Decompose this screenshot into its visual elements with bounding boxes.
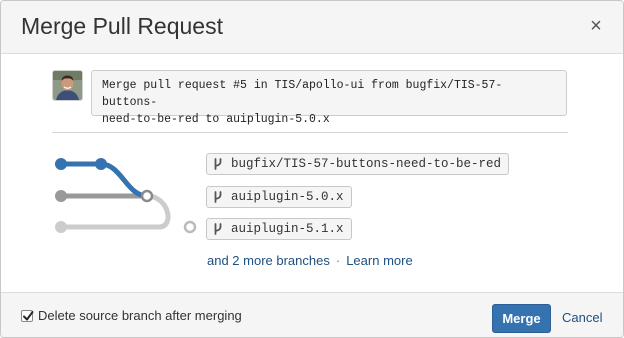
branch-name: auiplugin-5.0.x	[231, 190, 344, 204]
branch-icon	[214, 223, 222, 235]
dialog-footer: Delete source branch after merging Merge…	[1, 292, 623, 337]
learn-more-link[interactable]: Learn more	[346, 253, 412, 268]
graph-node-end-light	[183, 220, 197, 234]
avatar	[52, 70, 83, 101]
graph-node-start-blue	[55, 158, 67, 170]
branch-label-auiplugin-5-0: auiplugin-5.0.x	[206, 186, 352, 208]
close-icon[interactable]: ×	[587, 15, 605, 37]
branch-name: bugfix/TIS-57-buttons-need-to-be-red	[231, 157, 502, 171]
branch-label-bugfix: bugfix/TIS-57-buttons-need-to-be-red	[206, 153, 510, 175]
branch-label-auiplugin-5-1: auiplugin-5.1.x	[206, 218, 352, 240]
dialog-header: Merge Pull Request ×	[1, 1, 623, 54]
branch-icon	[214, 158, 222, 170]
separator: ·	[335, 253, 341, 268]
branch-icon	[214, 191, 222, 203]
branch-graph	[55, 158, 197, 234]
commit-message: Merge pull request #5 in TIS/apollo-ui f…	[91, 70, 567, 126]
checkmark-icon	[23, 311, 34, 321]
delete-branch-label[interactable]: Delete source branch after merging	[38, 308, 242, 323]
cancel-button[interactable]: Cancel	[562, 310, 602, 325]
graph-node-mid-blue	[95, 158, 107, 170]
more-branches-link[interactable]: and 2 more branches	[207, 253, 330, 268]
branch-name: auiplugin-5.1.x	[231, 222, 344, 236]
more-branches-row: and 2 more branches · Learn more	[207, 253, 413, 268]
dialog-title: Merge Pull Request	[21, 13, 223, 39]
commit-message-line-1: Merge pull request #5 in TIS/apollo-ui f…	[102, 79, 503, 109]
delete-branch-checkbox[interactable]	[21, 310, 34, 322]
merge-dialog: Merge Pull Request × Merge pull request …	[0, 0, 624, 338]
graph-node-start-gray	[55, 190, 67, 202]
divider	[52, 132, 568, 133]
merge-button[interactable]: Merge	[492, 304, 551, 333]
graph-line-auiplugin-5-1	[58, 193, 171, 230]
commit-message-line-2: need-to-be-red to auiplugin-5.0.x	[102, 113, 330, 126]
graph-node-merge	[140, 189, 154, 203]
graph-node-start-light	[55, 221, 67, 233]
